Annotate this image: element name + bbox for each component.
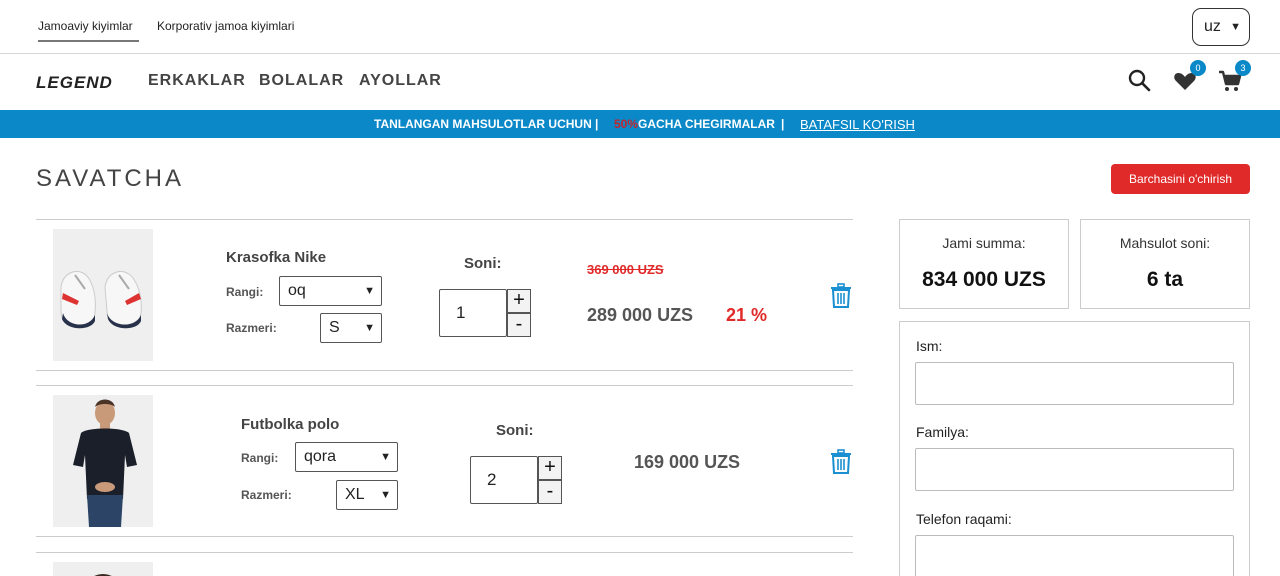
quantity-decrease-button[interactable]: - (507, 313, 531, 337)
total-sum-label: Jami summa: (942, 235, 1026, 251)
discount-percent: 21 % (726, 305, 768, 325)
quantity-stepper: 1 + - (439, 289, 531, 337)
search-icon[interactable] (1127, 68, 1153, 94)
order-form: Ism: Familya: Telefon raqami: (899, 321, 1250, 576)
name-field[interactable] (915, 362, 1234, 405)
quantity-input[interactable]: 1 (439, 289, 507, 337)
promo-text-2: 50%GACHA CHEGIRMALAR (614, 117, 775, 131)
product-name[interactable]: Futbolka polo (241, 416, 339, 433)
quantity-decrease-button[interactable]: - (538, 480, 562, 504)
page-title: SAVATCHA (36, 165, 185, 192)
color-select[interactable]: qora ▼ (295, 442, 398, 472)
color-label: Rangi: (241, 451, 279, 465)
product-count-label: Mahsulot soni: (1119, 235, 1211, 251)
top-bar: Jamoaviy kiyimlar Korporativ jamoa kiyim… (0, 0, 1280, 54)
color-select-value: qora (304, 448, 337, 465)
promo-separator-2: | (781, 117, 785, 131)
chevron-down-icon: ▼ (364, 285, 375, 297)
quantity-label: Soni: (496, 422, 534, 439)
surname-label: Familya: (916, 424, 969, 440)
price: 289 000 UZS (587, 305, 694, 325)
chevron-down-icon: ▼ (364, 322, 375, 334)
language-value: uz (1204, 18, 1221, 35)
tab-korporativ-kiyimlar[interactable]: Korporativ jamoa kiyimlari (157, 19, 294, 33)
cart-item: Krasofka Nike Rangi: oq ▼ Razmeri: S ▼ S… (36, 219, 853, 371)
old-price: 369 000 UZS (587, 262, 664, 277)
promo-text-2-rest: GACHA CHEGIRMALAR (638, 117, 775, 131)
size-label: Razmeri: (241, 488, 292, 502)
color-select[interactable]: oq ▼ (279, 276, 382, 306)
chevron-down-icon: ▼ (1230, 21, 1241, 33)
color-label: Rangi: (226, 285, 264, 299)
clear-all-button[interactable]: Barchasini o'chirish (1111, 164, 1250, 194)
chevron-down-icon: ▼ (380, 489, 391, 501)
price: 169 000 UZS (634, 452, 741, 472)
total-sum-value: 834 000 UZS (922, 268, 1046, 291)
trash-icon[interactable] (830, 449, 852, 475)
nav-link-bolalar[interactable]: BOLALAR (259, 72, 344, 90)
size-select-value: S (329, 319, 340, 336)
cart-count-badge: 3 (1235, 60, 1251, 76)
product-image[interactable] (53, 562, 153, 576)
product-image[interactable] (53, 229, 153, 361)
size-select[interactable]: S ▼ (320, 313, 382, 343)
cart-icon[interactable]: 3 (1217, 60, 1251, 94)
cart-item: Futbolka polo Rangi: qora ▼ Razmeri: XL … (36, 385, 853, 537)
quantity-label: Soni: (464, 255, 502, 272)
color-select-value: oq (288, 282, 306, 299)
promo-banner: TANLANGAN MAHSULOTLAR UCHUN | 50%GACHA C… (0, 110, 1280, 138)
tab-jamoaviy-kiyimlar[interactable]: Jamoaviy kiyimlar (38, 19, 139, 42)
size-select[interactable]: XL ▼ (336, 480, 398, 510)
product-name[interactable]: Krasofka Nike (226, 249, 326, 266)
promo-percent: 50% (614, 117, 639, 131)
promo-text-1: TANLANGAN MAHSULOTLAR UCHUN (374, 117, 592, 131)
size-label: Razmeri: (226, 321, 277, 335)
chevron-down-icon: ▼ (380, 451, 391, 463)
phone-label: Telefon raqami: (916, 511, 1012, 527)
quantity-stepper: 2 + - (470, 456, 562, 504)
nav-link-ayollar[interactable]: AYOLLAR (359, 72, 442, 90)
language-select[interactable]: uz ▼ (1192, 8, 1250, 46)
quantity-input[interactable]: 2 (470, 456, 538, 504)
trash-icon[interactable] (830, 283, 852, 309)
nav-link-erkaklar[interactable]: ERKAKLAR (148, 72, 246, 90)
total-sum-box: Jami summa: 834 000 UZS (899, 219, 1069, 309)
name-label: Ism: (916, 338, 943, 354)
product-count-value: 6 ta (1146, 268, 1184, 291)
logo[interactable]: LEGEND (36, 73, 113, 93)
cart-item (36, 552, 853, 576)
promo-details-link[interactable]: BATAFSIL KO'RISH (800, 117, 915, 132)
surname-field[interactable] (915, 448, 1234, 491)
product-count-box: Mahsulot soni: 6 ta (1080, 219, 1250, 309)
promo-separator-1: | (595, 117, 599, 131)
wishlist-count-badge: 0 (1190, 60, 1206, 76)
product-image[interactable] (53, 395, 153, 527)
size-select-value: XL (345, 486, 365, 503)
main-nav: LEGEND ERKAKLAR BOLALAR AYOLLAR 0 3 (0, 54, 1280, 110)
quantity-increase-button[interactable]: + (538, 456, 562, 480)
heart-icon[interactable]: 0 (1172, 60, 1206, 94)
phone-field[interactable] (915, 535, 1234, 576)
quantity-increase-button[interactable]: + (507, 289, 531, 313)
